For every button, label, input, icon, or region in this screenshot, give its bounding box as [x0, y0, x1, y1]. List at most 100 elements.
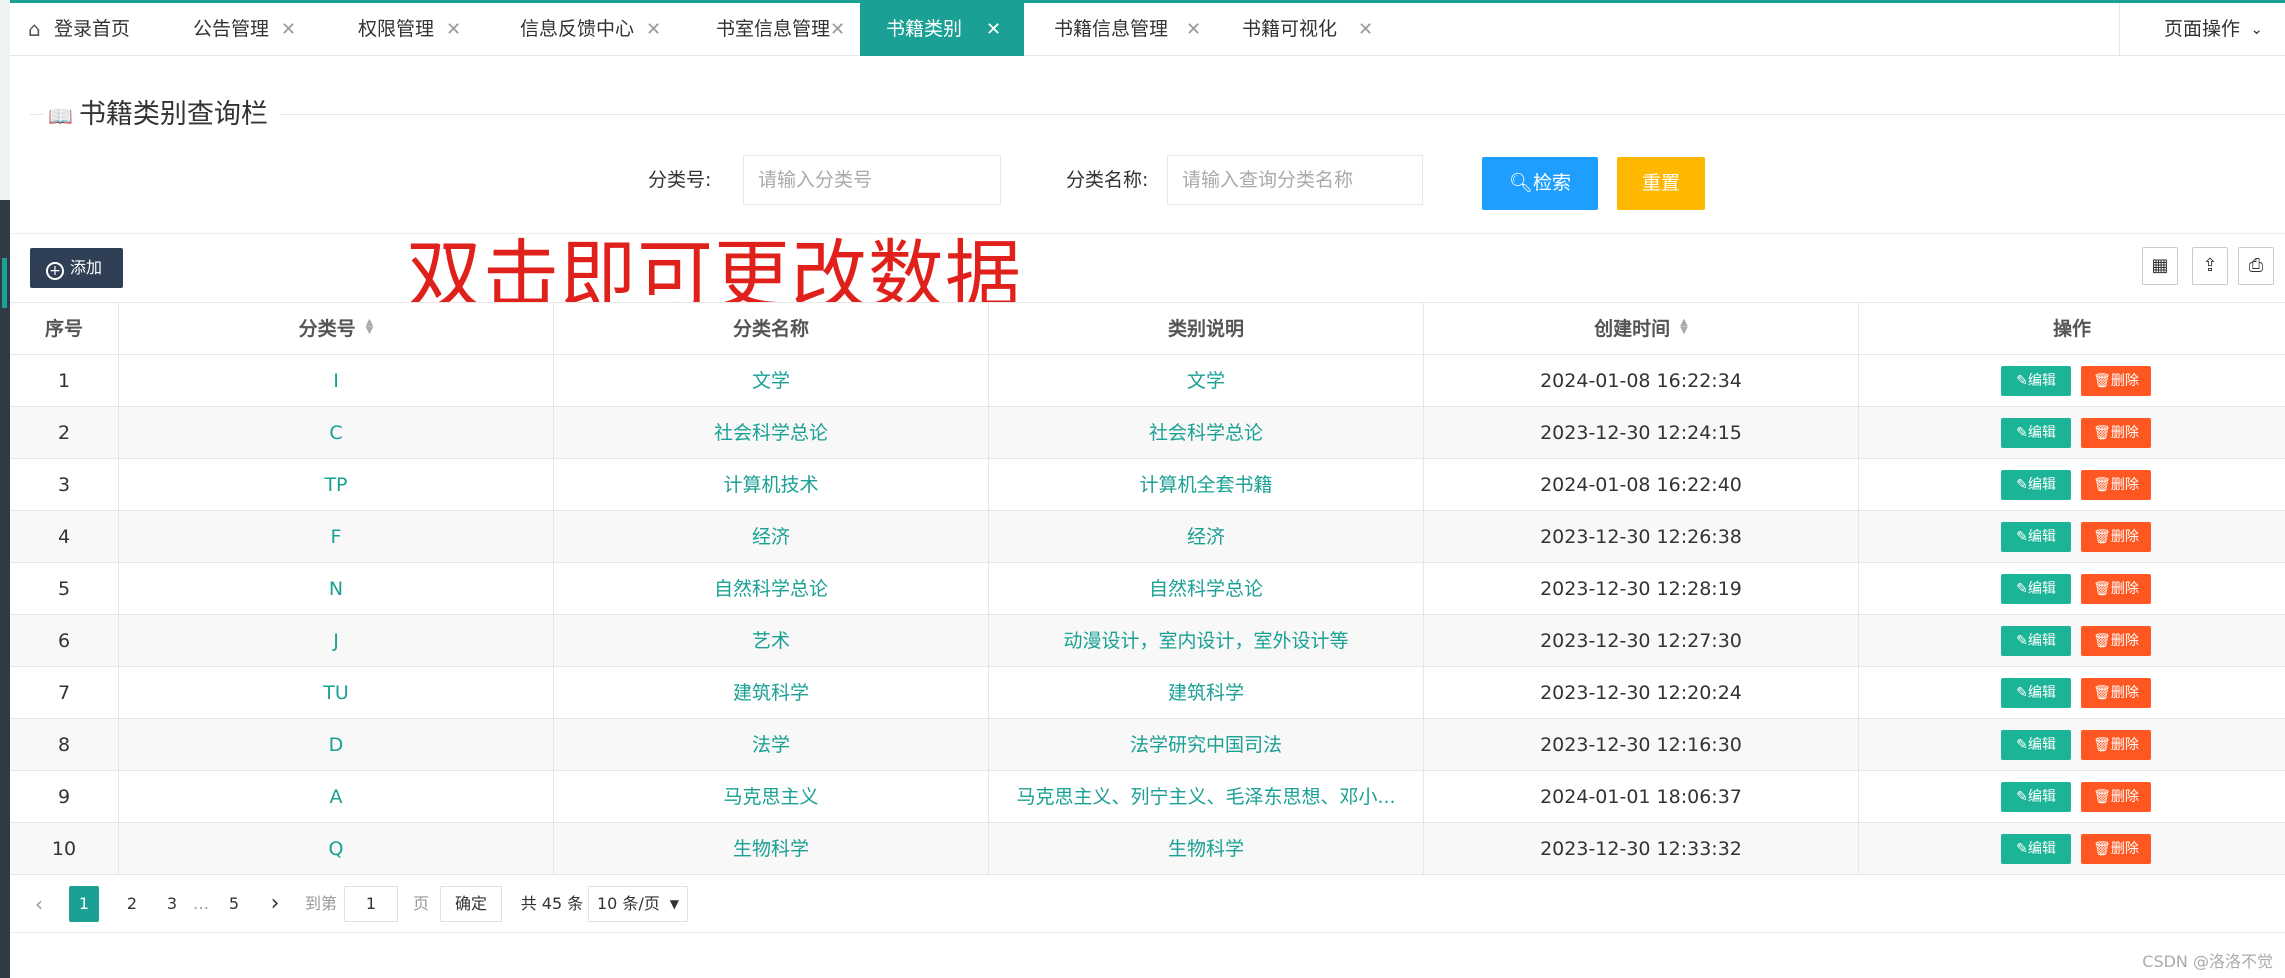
- edit-button[interactable]: ✎编辑: [2001, 574, 2071, 604]
- edit-button[interactable]: ✎编辑: [2001, 782, 2071, 812]
- tab-announcement[interactable]: 公告管理 ✕: [173, 3, 338, 56]
- row-category-code[interactable]: I: [119, 355, 554, 407]
- goto-confirm-button[interactable]: 确定: [440, 886, 502, 922]
- row-category-description[interactable]: 生物科学: [989, 823, 1424, 875]
- export-icon[interactable]: ⇪: [2192, 247, 2228, 285]
- row-category-name[interactable]: 社会科学总论: [554, 407, 989, 459]
- row-category-code[interactable]: A: [119, 771, 554, 823]
- page-operations-dropdown[interactable]: 页面操作 ⌄: [2119, 3, 2285, 56]
- edit-button[interactable]: ✎编辑: [2001, 834, 2071, 864]
- sidebar-active-indicator: [2, 258, 7, 308]
- next-page-icon[interactable]: ›: [260, 886, 290, 922]
- row-category-description[interactable]: 法学研究中国司法: [989, 719, 1424, 771]
- delete-button[interactable]: 🗑︎删除: [2081, 730, 2151, 760]
- page-number[interactable]: 2: [117, 886, 147, 922]
- row-category-name[interactable]: 经济: [554, 511, 989, 563]
- edit-button[interactable]: ✎编辑: [2001, 522, 2071, 552]
- tab-book-category[interactable]: 书籍类别 ✕: [860, 3, 1024, 56]
- table-row[interactable]: 8 D 法学 法学研究中国司法 2023-12-30 12:16:30 ✎编辑 🗑︎删除: [10, 719, 2285, 771]
- delete-button[interactable]: 🗑︎删除: [2081, 626, 2151, 656]
- row-category-description[interactable]: 马克思主义、列宁主义、毛泽东思想、邓小...: [989, 771, 1424, 823]
- row-category-description[interactable]: 文学: [989, 355, 1424, 407]
- add-button[interactable]: + 添加: [30, 248, 123, 288]
- close-icon[interactable]: ✕: [1186, 3, 1201, 56]
- row-category-description[interactable]: 建筑科学: [989, 667, 1424, 719]
- tab-feedback[interactable]: 信息反馈中心 ✕: [500, 3, 696, 56]
- delete-button[interactable]: 🗑︎删除: [2081, 522, 2151, 552]
- tab-home[interactable]: ⌂ 登录首页: [10, 3, 173, 56]
- edit-button[interactable]: ✎编辑: [2001, 626, 2071, 656]
- close-icon[interactable]: ✕: [830, 3, 845, 56]
- tab-label: 书籍类别: [886, 18, 963, 40]
- header-code[interactable]: 分类号 ▲ ▼: [119, 303, 554, 355]
- row-category-code[interactable]: TP: [119, 459, 554, 511]
- row-category-name[interactable]: 法学: [554, 719, 989, 771]
- row-category-name[interactable]: 马克思主义: [554, 771, 989, 823]
- delete-button[interactable]: 🗑︎删除: [2081, 782, 2151, 812]
- prev-page-icon[interactable]: ‹: [24, 886, 54, 922]
- edit-button[interactable]: ✎编辑: [2001, 730, 2071, 760]
- edit-button[interactable]: ✎编辑: [2001, 678, 2071, 708]
- header-created-time[interactable]: 创建时间 ▲ ▼: [1424, 303, 1859, 355]
- row-category-description[interactable]: 自然科学总论: [989, 563, 1424, 615]
- delete-button[interactable]: 🗑︎删除: [2081, 834, 2151, 864]
- row-category-code[interactable]: D: [119, 719, 554, 771]
- row-category-description[interactable]: 经济: [989, 511, 1424, 563]
- page-number[interactable]: 3: [157, 886, 187, 922]
- close-icon[interactable]: ✕: [446, 3, 461, 56]
- table-row[interactable]: 1 I 文学 文学 2024-01-08 16:22:34 ✎编辑 🗑︎删除: [10, 355, 2285, 407]
- page-number[interactable]: 1: [69, 886, 99, 922]
- category-code-input[interactable]: [743, 155, 1001, 205]
- row-category-name[interactable]: 自然科学总论: [554, 563, 989, 615]
- reset-button[interactable]: 重置: [1617, 157, 1705, 210]
- row-category-description[interactable]: 动漫设计，室内设计，室外设计等: [989, 615, 1424, 667]
- close-icon[interactable]: ✕: [1358, 3, 1373, 56]
- table-row[interactable]: 4 F 经济 经济 2023-12-30 12:26:38 ✎编辑 🗑︎删除: [10, 511, 2285, 563]
- table-row[interactable]: 10 Q 生物科学 生物科学 2023-12-30 12:33:32 ✎编辑 🗑︎删除: [10, 823, 2285, 875]
- row-category-name[interactable]: 计算机技术: [554, 459, 989, 511]
- sort-icon[interactable]: ▲ ▼: [1680, 318, 1688, 336]
- table-row[interactable]: 5 N 自然科学总论 自然科学总论 2023-12-30 12:28:19 ✎编辑 🗑︎删除: [10, 563, 2285, 615]
- edit-button[interactable]: ✎编辑: [2001, 470, 2071, 500]
- category-name-input[interactable]: [1167, 155, 1423, 205]
- tab-book-info[interactable]: 书籍信息管理 ✕: [1024, 3, 1216, 56]
- tab-book-visual[interactable]: 书籍可视化 ✕: [1216, 3, 1392, 56]
- search-button[interactable]: 🔍︎检索: [1482, 157, 1598, 210]
- close-icon[interactable]: ✕: [281, 3, 296, 56]
- table-row[interactable]: 6 J 艺术 动漫设计，室内设计，室外设计等 2023-12-30 12:27:30 ✎编…: [10, 615, 2285, 667]
- delete-button[interactable]: 🗑︎删除: [2081, 678, 2151, 708]
- table-row[interactable]: 2 C 社会科学总论 社会科学总论 2023-12-30 12:24:15 ✎编辑 🗑︎删除: [10, 407, 2285, 459]
- delete-button[interactable]: 🗑︎删除: [2081, 418, 2151, 448]
- tab-study-room[interactable]: 书室信息管理 ✕: [696, 3, 870, 56]
- row-category-description[interactable]: 计算机全套书籍: [989, 459, 1424, 511]
- close-icon[interactable]: ✕: [986, 3, 1001, 56]
- pencil-icon: ✎: [2016, 789, 2028, 805]
- goto-page-input[interactable]: 1: [344, 886, 398, 922]
- edit-button[interactable]: ✎编辑: [2001, 366, 2071, 396]
- columns-icon[interactable]: ▦: [2142, 247, 2178, 285]
- tab-permission[interactable]: 权限管理 ✕: [338, 3, 500, 56]
- sort-icon[interactable]: ▲ ▼: [366, 318, 374, 336]
- row-category-code[interactable]: N: [119, 563, 554, 615]
- close-icon[interactable]: ✕: [646, 3, 661, 56]
- row-category-name[interactable]: 艺术: [554, 615, 989, 667]
- print-icon[interactable]: ⎙: [2238, 247, 2274, 285]
- row-category-name[interactable]: 文学: [554, 355, 989, 407]
- table-row[interactable]: 9 A 马克思主义 马克思主义、列宁主义、毛泽东思想、邓小... 2024-01-01 …: [10, 771, 2285, 823]
- delete-button[interactable]: 🗑︎删除: [2081, 470, 2151, 500]
- row-category-description[interactable]: 社会科学总论: [989, 407, 1424, 459]
- row-category-name[interactable]: 建筑科学: [554, 667, 989, 719]
- row-category-name[interactable]: 生物科学: [554, 823, 989, 875]
- table-row[interactable]: 3 TP 计算机技术 计算机全套书籍 2024-01-08 16:22:40 ✎编辑 🗑︎删…: [10, 459, 2285, 511]
- table-row[interactable]: 7 TU 建筑科学 建筑科学 2023-12-30 12:20:24 ✎编辑 🗑︎删除: [10, 667, 2285, 719]
- edit-button[interactable]: ✎编辑: [2001, 418, 2071, 448]
- row-category-code[interactable]: TU: [119, 667, 554, 719]
- page-number[interactable]: 5: [219, 886, 249, 922]
- row-category-code[interactable]: F: [119, 511, 554, 563]
- delete-button[interactable]: 🗑︎删除: [2081, 574, 2151, 604]
- row-category-code[interactable]: J: [119, 615, 554, 667]
- row-category-code[interactable]: C: [119, 407, 554, 459]
- row-category-code[interactable]: Q: [119, 823, 554, 875]
- delete-button[interactable]: 🗑︎删除: [2081, 366, 2151, 396]
- page-size-select[interactable]: 10 条/页 ▼: [588, 886, 688, 922]
